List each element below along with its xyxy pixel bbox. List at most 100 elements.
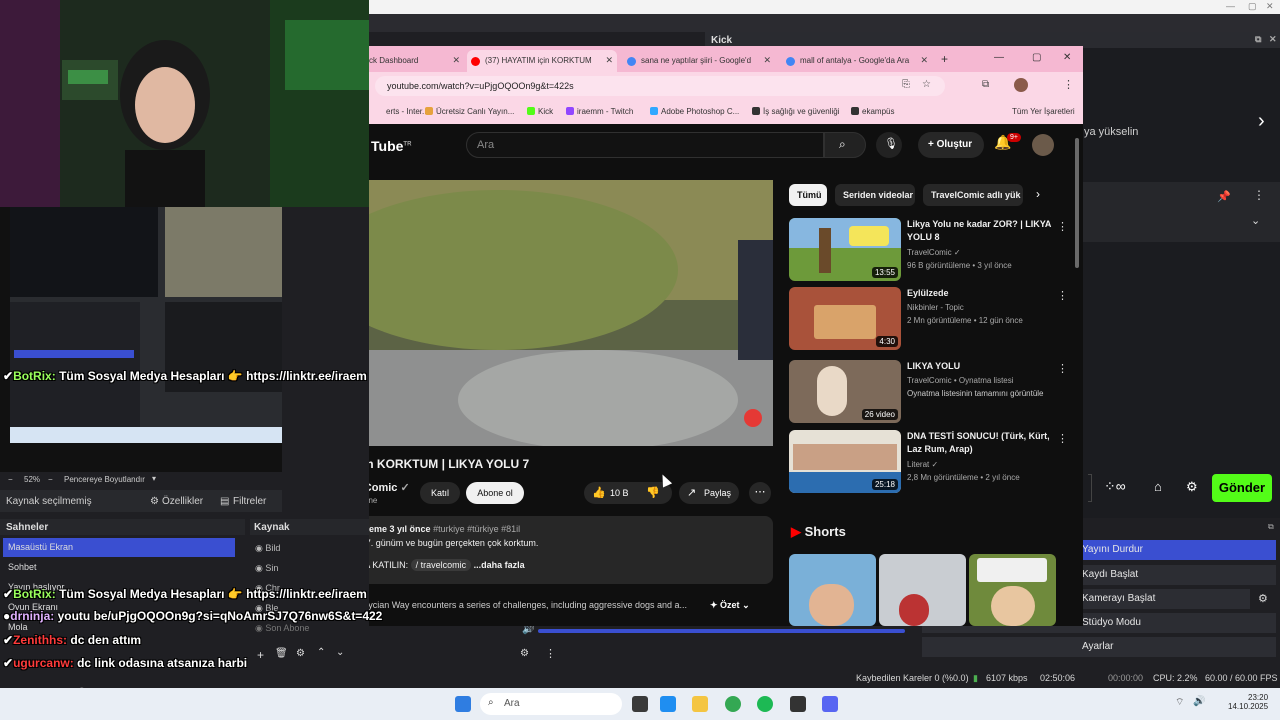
kebab-icon[interactable]: ⋮ xyxy=(1063,78,1074,91)
maximize-icon[interactable]: ▢ xyxy=(1248,1,1257,12)
new-tab-icon[interactable]: + xyxy=(941,52,948,66)
discord-icon[interactable] xyxy=(822,696,838,712)
close-tab-icon[interactable]: ✕ xyxy=(605,55,613,66)
spotify-icon[interactable] xyxy=(757,696,773,712)
all-bookmarks[interactable]: Tüm Yer İşaretleri xyxy=(1012,107,1075,116)
maximize-icon[interactable]: ▢ xyxy=(1032,52,1041,63)
channel-name[interactable]: TravelComic ✓ xyxy=(369,481,410,494)
chat-input-edge[interactable] xyxy=(1088,474,1092,502)
short-thumbnail[interactable] xyxy=(789,554,876,626)
trash-icon[interactable]: 🗑 xyxy=(275,648,288,659)
undock-icon[interactable]: ⧉ xyxy=(1255,34,1261,45)
zoom-mode-select[interactable]: Pencereye Boyutlandır xyxy=(64,475,145,484)
bookmark-item[interactable]: Ücretsiz Canlı Yayın... xyxy=(425,107,514,116)
properties-button[interactable]: Özellikler xyxy=(162,496,203,507)
extensions-icon[interactable]: ⧉ xyxy=(982,79,989,90)
bookmark-item[interactable]: ekampüs xyxy=(851,107,894,116)
chip-series[interactable]: Seriden videolar xyxy=(835,184,915,206)
pin-icon[interactable]: 📌 xyxy=(1217,190,1231,203)
file-explorer-icon[interactable] xyxy=(692,696,708,712)
voice-search-button[interactable]: 🎙 xyxy=(876,132,902,158)
close-tab-icon[interactable]: ✕ xyxy=(920,55,928,66)
bookmark-item[interactable]: Kick xyxy=(527,107,553,116)
description-box[interactable]: 345 B görüntüleme 3 yıl önce #turkiye #t… xyxy=(369,516,773,584)
chevron-down-icon[interactable]: ▾ xyxy=(152,474,156,483)
subscribe-button[interactable]: Abone ol xyxy=(466,482,524,504)
windows-start-icon[interactable] xyxy=(455,696,471,712)
chip-all[interactable]: Tümü xyxy=(789,184,827,206)
recommended-video[interactable]: 13:55 Likya Yolu ne kadar ZOR? | LIKYA Y… xyxy=(789,218,1079,284)
kebab-icon[interactable]: ⋮ xyxy=(545,647,556,660)
view-full-playlist-link[interactable]: Oynatma listesinin tamamını görüntüle xyxy=(907,389,1044,398)
youtube-logo[interactable]: TubeTR xyxy=(371,138,411,154)
clock[interactable]: 23:20 14.10.2025 xyxy=(1228,693,1268,711)
join-button[interactable]: Katıl xyxy=(420,482,460,504)
more-actions-icon[interactable]: ⋯ xyxy=(749,482,771,504)
recommended-video[interactable]: 4:30 Eylülzede Nikbinler - Topic 2 Mn gö… xyxy=(789,287,1079,353)
move-up-icon[interactable]: ⌃ xyxy=(317,647,325,658)
gear-icon[interactable]: ⚙ xyxy=(1186,479,1198,495)
chip-channel[interactable]: TravelComic adlı yük xyxy=(923,184,1023,206)
gift-icon[interactable]: ⌂ xyxy=(1154,479,1162,494)
wifi-icon[interactable]: ⌔ xyxy=(1175,696,1184,709)
taskbar-search[interactable]: Ara xyxy=(480,693,622,715)
scene-item[interactable]: Sohbet xyxy=(3,558,235,577)
undock-icon[interactable]: ⧉ xyxy=(1268,522,1274,532)
browser-tab-active[interactable]: (37) HAYATIM için KORKTUM ✕ xyxy=(467,50,617,72)
close-tab-icon[interactable]: ✕ xyxy=(452,55,460,66)
settings-button[interactable]: Ayarlar xyxy=(922,637,1276,657)
like-icon[interactable]: 👍 xyxy=(592,486,606,499)
star-icon[interactable]: ☆ xyxy=(922,79,931,90)
emote-icon[interactable]: ⁘∞ xyxy=(1104,478,1126,495)
move-down-icon[interactable]: ⌄ xyxy=(336,647,344,658)
volume-slider[interactable] xyxy=(538,629,905,633)
scene-item[interactable]: Masaüstü Ekran xyxy=(3,538,235,557)
create-button[interactable]: + Oluştur xyxy=(918,132,984,158)
address-bar[interactable]: youtube.com/watch?v=uPjgOQOOn9g&t=422s xyxy=(375,76,945,96)
bookmark-item[interactable]: erts - Inter... xyxy=(386,107,429,116)
gear-icon[interactable]: ⚙ xyxy=(296,648,305,659)
share-button[interactable]: ↗ Paylaş xyxy=(679,482,739,504)
show-more-link[interactable]: ...daha fazla xyxy=(474,560,525,570)
playlist-item[interactable]: 26 video LIKYA YOLU TravelComic • Oynatm… xyxy=(789,360,1079,426)
chrome-icon[interactable] xyxy=(725,696,741,712)
bookmark-item[interactable]: Adobe Photoshop C... xyxy=(650,107,739,116)
chevron-right-icon[interactable]: › xyxy=(1036,187,1040,201)
task-view-icon[interactable] xyxy=(632,696,648,712)
chevron-down-icon[interactable]: ⌄ xyxy=(1251,214,1260,227)
avatar[interactable] xyxy=(1032,134,1054,156)
recommended-video[interactable]: 25:18 DNA TESTİ SONUCU! (Türk, Kürt, Laz… xyxy=(789,430,1079,496)
kebab-icon[interactable]: ⋮ xyxy=(1057,220,1068,233)
minimize-icon[interactable]: — xyxy=(994,52,1004,63)
kebab-icon[interactable]: ⋮ xyxy=(1057,289,1068,302)
add-source-icon[interactable]: + xyxy=(257,648,264,662)
chevron-right-icon[interactable]: › xyxy=(1258,110,1265,133)
profile-avatar[interactable] xyxy=(1014,78,1028,92)
video-player[interactable] xyxy=(369,180,773,446)
gear-icon[interactable]: ⚙ xyxy=(1258,592,1268,605)
zoom-plus-icon[interactable]: − xyxy=(48,475,53,484)
summary-button[interactable]: ✦ Özet ⌄ xyxy=(710,600,750,611)
browser-tab[interactable]: sana ne yaptılar şiiri - Google'd ✕ xyxy=(623,50,775,72)
browser-tab[interactable]: ck Dashboard ✕ xyxy=(369,50,464,72)
close-tab-icon[interactable]: ✕ xyxy=(763,55,771,66)
close-dock-icon[interactable]: ✕ xyxy=(1269,34,1277,45)
filters-button[interactable]: Filtreler xyxy=(233,496,266,507)
obs-icon[interactable] xyxy=(790,696,806,712)
search-button[interactable]: ⌕ xyxy=(824,132,866,158)
kebab-icon[interactable]: ⋮ xyxy=(1253,188,1265,202)
source-item[interactable]: ◉ Son Abone xyxy=(255,623,309,634)
source-item[interactable]: ◉ Sin xyxy=(255,563,278,574)
install-icon[interactable]: ⎘ xyxy=(902,79,910,90)
short-thumbnail[interactable] xyxy=(969,554,1056,626)
hashtags[interactable]: #turkiye #türkiye #81il xyxy=(433,524,520,534)
close-icon[interactable]: ✕ xyxy=(1063,52,1071,63)
bookmark-item[interactable]: iraemm - Twitch xyxy=(566,107,633,116)
send-button[interactable]: Gönder xyxy=(1212,474,1272,502)
minimize-icon[interactable]: — xyxy=(1226,1,1235,11)
short-thumbnail[interactable] xyxy=(879,554,966,626)
volume-icon[interactable]: 🔊 xyxy=(1193,696,1205,707)
source-item[interactable]: ◉ Bild xyxy=(255,543,280,554)
close-icon[interactable]: ✕ xyxy=(1266,1,1274,12)
dislike-icon[interactable]: 👎 xyxy=(646,486,660,499)
